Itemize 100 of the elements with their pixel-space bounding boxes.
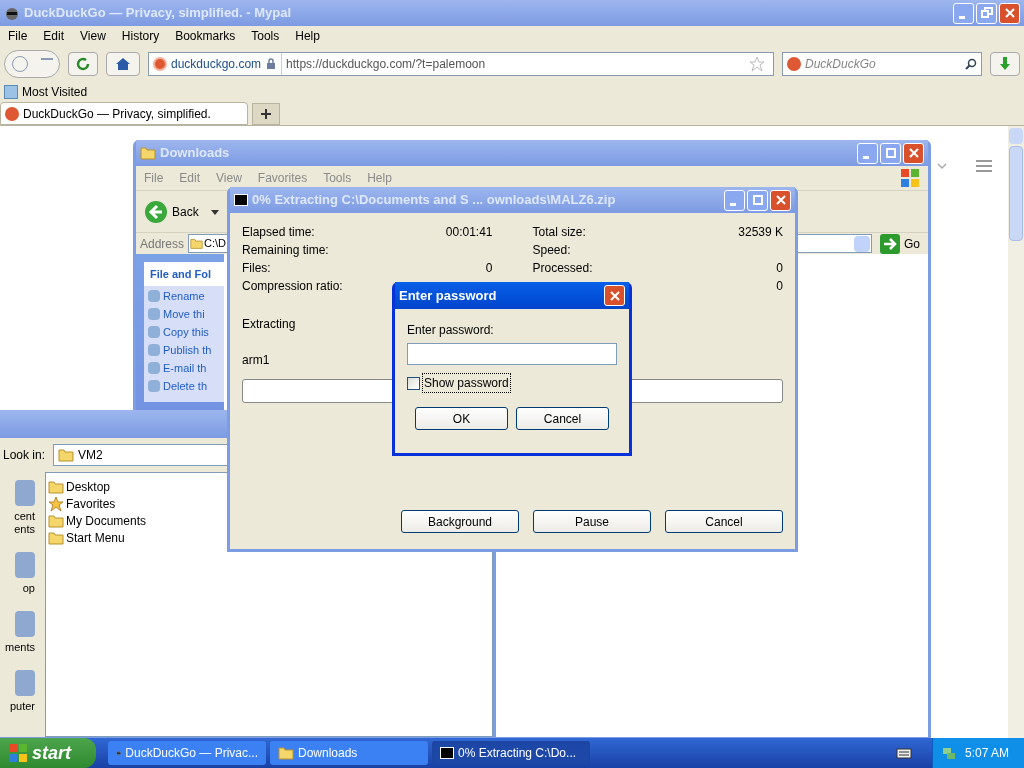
- dialog-button[interactable]: OK: [415, 407, 508, 430]
- menu-icon[interactable]: [974, 158, 994, 174]
- close-button[interactable]: [604, 285, 625, 306]
- stat-label: Elapsed time:: [242, 224, 315, 241]
- task-link[interactable]: Publish th: [148, 342, 212, 358]
- back-button[interactable]: Back: [144, 199, 219, 224]
- stat-label: Files:: [242, 260, 271, 277]
- start-button[interactable]: start: [0, 738, 96, 768]
- stat-label: Compression ratio:: [242, 278, 343, 295]
- stat-label: Remaining time:: [242, 242, 329, 259]
- folder-icon: [48, 478, 64, 495]
- folder-icon: [58, 447, 75, 463]
- folder-entry[interactable]: My Documents: [48, 512, 147, 529]
- taskbar-button[interactable]: 0% Extracting C:\Do...: [432, 741, 590, 765]
- address-bar[interactable]: duckduckgo.com https://duckduckgo.com/?t=palemoon: [148, 52, 774, 76]
- star-icon: [48, 495, 64, 512]
- stat-value: 0: [776, 260, 783, 277]
- stat-value: 32539 K: [738, 224, 783, 241]
- menu-item[interactable]: File: [8, 27, 28, 45]
- menu-item[interactable]: History: [121, 27, 160, 45]
- restore-button[interactable]: [976, 2, 997, 24]
- places-item[interactable]: ments: [0, 611, 37, 654]
- scrollbar[interactable]: [1008, 126, 1024, 738]
- current-file: arm1: [242, 352, 270, 369]
- search-icon[interactable]: [965, 58, 977, 70]
- bookmark-item[interactable]: Most Visited: [4, 83, 88, 101]
- close-icon: [608, 289, 621, 302]
- reload-button[interactable]: [68, 52, 98, 76]
- places-item[interactable]: puter: [0, 670, 37, 713]
- folder-entry[interactable]: Favorites: [48, 495, 116, 512]
- maximize-button[interactable]: [747, 189, 768, 211]
- dialog-button[interactable]: Pause: [533, 510, 651, 533]
- address-field[interactable]: C:\D: [188, 234, 229, 253]
- task-link[interactable]: Rename: [148, 288, 205, 304]
- network-icon[interactable]: [941, 745, 957, 761]
- password-label: Enter password:: [407, 322, 495, 339]
- folder-entry[interactable]: Start Menu: [48, 529, 125, 546]
- duck-logo-icon: [787, 57, 801, 71]
- task-link[interactable]: Move thi: [148, 306, 205, 322]
- folder-entry[interactable]: Desktop: [48, 478, 111, 495]
- caret-icon: [210, 207, 219, 216]
- minimize-button[interactable]: [724, 189, 745, 211]
- places-item[interactable]: cent ents: [0, 480, 37, 536]
- menu-item[interactable]: Bookmarks: [175, 27, 236, 45]
- task-link[interactable]: Copy this: [148, 324, 209, 340]
- checkbox[interactable]: [407, 376, 420, 390]
- task-link[interactable]: Delete th: [148, 378, 208, 394]
- minimize-button[interactable]: [953, 2, 974, 24]
- folder-icon: [48, 529, 64, 546]
- back-forward-button[interactable]: [4, 50, 60, 78]
- places-item[interactable]: op: [0, 552, 37, 595]
- keyboard-icon[interactable]: [896, 745, 912, 761]
- chevron-down-icon: [936, 160, 948, 172]
- window-title: DuckDuckGo — Privacy, simplified. - Mypal: [24, 4, 293, 23]
- stat-value: 00:01:41: [445, 224, 493, 241]
- taskbar-button[interactable]: Downloads: [270, 741, 428, 765]
- home-icon: [115, 56, 131, 72]
- maximize-icon: [884, 147, 897, 159]
- dropdown-button[interactable]: [854, 235, 870, 252]
- clock: 5:07 AM: [965, 745, 1010, 762]
- go-button[interactable]: Go: [876, 233, 924, 254]
- lock-icon: [265, 58, 278, 70]
- menu-item[interactable]: View: [80, 27, 106, 45]
- menu-item[interactable]: Help: [295, 27, 320, 45]
- taskbar-button[interactable]: DuckDuckGo — Privac...: [108, 741, 266, 765]
- download-button[interactable]: [990, 52, 1020, 76]
- task-link[interactable]: E-mail th: [148, 360, 207, 376]
- new-tab-button[interactable]: [252, 103, 280, 125]
- plus-icon: [260, 108, 272, 120]
- search-input[interactable]: DuckDuckGo: [805, 55, 961, 73]
- dialog-button[interactable]: Cancel: [665, 510, 783, 533]
- menu-item[interactable]: Edit: [43, 27, 65, 45]
- show-password-checkbox[interactable]: Show password: [407, 373, 617, 393]
- minimize-button[interactable]: [857, 142, 878, 164]
- url-text: https://duckduckgo.com/?t=palemoon: [285, 56, 487, 73]
- folder-icon: [278, 745, 294, 761]
- password-field[interactable]: [407, 343, 617, 365]
- dialog-button[interactable]: Background: [401, 510, 519, 533]
- close-icon: [1003, 7, 1016, 19]
- search-box[interactable]: DuckDuckGo: [782, 52, 982, 76]
- dialog-button[interactable]: Cancel: [516, 407, 609, 430]
- windows-logo-icon: [8, 743, 28, 763]
- browser-tab[interactable]: DuckDuckGo — Privacy, simplified.: [0, 102, 248, 125]
- home-button[interactable]: [106, 52, 140, 76]
- star-icon[interactable]: [749, 56, 765, 72]
- folder-icon: [140, 145, 156, 161]
- reload-icon: [75, 56, 91, 72]
- maximize-button[interactable]: [880, 142, 901, 164]
- windows-logo-icon: [900, 168, 920, 188]
- close-button[interactable]: [999, 2, 1020, 24]
- site-identity: duckduckgo.com: [171, 56, 262, 73]
- address-label: Address: [140, 235, 185, 253]
- close-button[interactable]: [903, 142, 924, 164]
- folder-icon: [48, 512, 64, 529]
- restore-icon: [980, 7, 993, 19]
- look-in-label: Look in:: [3, 447, 46, 464]
- stage-label: Extracting: [242, 316, 296, 333]
- download-arrow-icon: [997, 56, 1013, 72]
- close-button[interactable]: [770, 189, 791, 211]
- menu-item[interactable]: Tools: [251, 27, 280, 45]
